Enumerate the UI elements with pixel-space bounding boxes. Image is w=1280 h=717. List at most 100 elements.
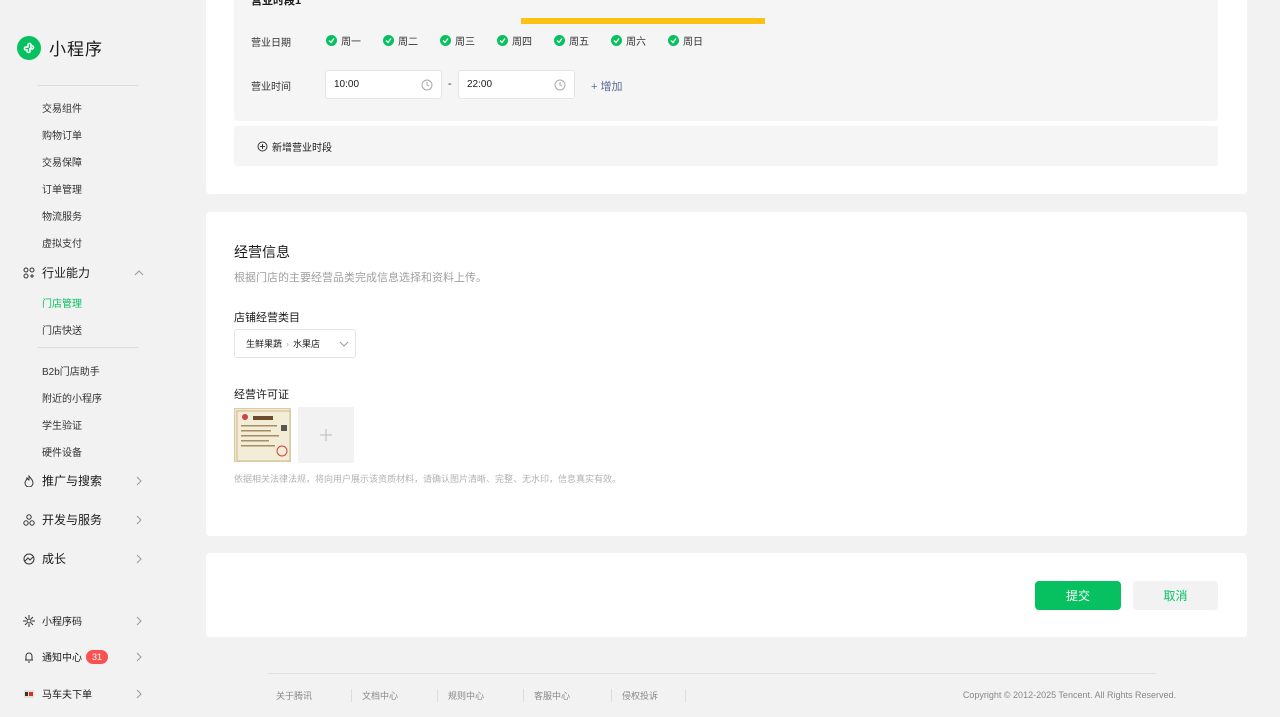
day-label: 周五 xyxy=(569,37,589,48)
day-checkbox-thu[interactable]: 周四 xyxy=(497,33,554,48)
copyright: Copyright © 2012-2025 Tencent. All Right… xyxy=(962,690,1176,700)
add-period-button[interactable]: 新增营业时段 xyxy=(234,126,1218,166)
sidebar-item-b2b-assistant[interactable]: B2b门店助手 xyxy=(42,363,100,378)
sidebar-item-miniprogram-code[interactable]: 小程序码 xyxy=(22,613,144,628)
account-name: 马车夫下单 xyxy=(42,690,92,701)
chevron-right-icon xyxy=(134,652,144,662)
sidebar-divider xyxy=(38,347,138,348)
footer-link-rules[interactable]: 规则中心 xyxy=(438,689,524,702)
add-period-label: 新增营业时段 xyxy=(272,143,332,154)
chevron-right-icon: › xyxy=(286,338,290,349)
day-label: 周二 xyxy=(398,37,418,48)
sidebar-divider xyxy=(38,85,138,86)
section-description: 根据门店的主要经营品类完成信息选择和资料上传。 xyxy=(234,272,487,284)
check-circle-icon xyxy=(668,35,679,46)
check-circle-icon xyxy=(497,35,508,46)
check-circle-icon xyxy=(326,35,337,46)
footer-links: 关于腾讯 文档中心 规则中心 客服中心 侵权投诉 xyxy=(266,689,686,702)
sidebar-item-student-verify[interactable]: 学生验证 xyxy=(42,417,82,432)
day-checkbox-fri[interactable]: 周五 xyxy=(554,33,611,48)
action-card: 提交 取消 xyxy=(206,553,1247,637)
license-note: 依据相关法律法规，将向用户展示该资质材料，请确认图片清晰、完整、无水印，信息真实… xyxy=(234,474,622,484)
cancel-button[interactable]: 取消 xyxy=(1133,581,1218,610)
sidebar-group-promotion[interactable]: 推广与搜索 xyxy=(22,472,144,489)
plus-icon xyxy=(320,429,332,441)
notification-count-badge: 31 xyxy=(86,649,109,664)
growth-icon xyxy=(22,552,36,566)
footer-link-docs[interactable]: 文档中心 xyxy=(352,689,438,702)
sidebar-item-logistics[interactable]: 物流服务 xyxy=(42,208,82,223)
check-circle-icon xyxy=(554,35,565,46)
start-time-value: 10:00 xyxy=(334,79,360,90)
day-label: 周六 xyxy=(626,37,646,48)
footer-link-infringement[interactable]: 侵权投诉 xyxy=(612,689,686,702)
time-range-separator: - xyxy=(448,78,452,90)
sidebar-group-growth[interactable]: 成长 xyxy=(22,550,144,567)
day-label: 周日 xyxy=(683,37,703,48)
flame-icon xyxy=(22,474,36,488)
day-checkbox-tue[interactable]: 周二 xyxy=(383,33,440,48)
add-time-link[interactable]: + 增加 xyxy=(591,78,622,94)
business-info-card: 经营信息 根据门店的主要经营品类完成信息选择和资料上传。 店铺经营类目 生鲜果蔬… xyxy=(206,212,1247,536)
business-days-group: 周一 周二 周三 周四 周五 周六 周日 xyxy=(326,33,725,48)
sidebar-group-label: 开发与服务 xyxy=(42,513,103,527)
start-time-input[interactable]: 10:00 xyxy=(325,70,442,99)
sidebar-group-dev-services[interactable]: 开发与服务 xyxy=(22,511,144,528)
sidebar-group-label: 行业能力 xyxy=(42,266,91,280)
sidebar-item-shopping-orders[interactable]: 购物订单 xyxy=(42,127,82,142)
chevron-right-icon xyxy=(134,554,144,564)
business-time-label: 营业时间 xyxy=(251,82,291,93)
day-checkbox-sat[interactable]: 周六 xyxy=(611,33,668,48)
section-title: 经营信息 xyxy=(234,244,290,260)
sidebar-group-label: 成长 xyxy=(42,552,67,566)
sidebar-item-notifications[interactable]: 通知中心 31 xyxy=(22,649,144,664)
sidebar-account[interactable]: 马车夫下单 xyxy=(22,686,144,701)
day-label: 周三 xyxy=(455,37,475,48)
day-checkbox-sun[interactable]: 周日 xyxy=(668,33,725,48)
avatar-icon xyxy=(22,687,36,701)
hours-period-block: 营业时段1 营业日期 周一 周二 周三 周四 周五 周六 周日 营业时间 10:… xyxy=(234,0,1218,121)
sidebar-item-trade-guarantee[interactable]: 交易保障 xyxy=(42,154,82,169)
app-logo[interactable]: 小程序 xyxy=(17,35,103,60)
day-label: 周四 xyxy=(512,37,532,48)
check-circle-icon xyxy=(383,35,394,46)
end-time-input[interactable]: 22:00 xyxy=(458,70,575,99)
business-days-label: 营业日期 xyxy=(251,38,291,49)
sidebar-item-store-delivery[interactable]: 门店快送 xyxy=(42,322,82,337)
sidebar-item-trade-component[interactable]: 交易组件 xyxy=(42,100,82,115)
industry-icon xyxy=(22,266,36,280)
sidebar: 小程序 交易组件 购物订单 交易保障 订单管理 物流服务 虚拟支付 行业能力 门… xyxy=(0,0,160,717)
sidebar-group-industry[interactable]: 行业能力 xyxy=(22,264,144,281)
sidebar-item-virtual-payment[interactable]: 虚拟支付 xyxy=(42,235,82,250)
app-title: 小程序 xyxy=(49,40,103,59)
submit-button[interactable]: 提交 xyxy=(1035,581,1121,610)
check-circle-icon xyxy=(611,35,622,46)
chevron-right-icon xyxy=(134,689,144,699)
bell-icon xyxy=(22,650,36,664)
services-icon xyxy=(22,513,36,527)
chevron-up-icon xyxy=(134,268,144,278)
category-sub: 水果店 xyxy=(293,339,321,349)
license-thumbnail[interactable] xyxy=(234,408,291,462)
sidebar-group-label: 推广与搜索 xyxy=(42,474,103,488)
footer-link-support[interactable]: 客服中心 xyxy=(524,689,612,702)
license-label: 经营许可证 xyxy=(234,389,289,401)
chevron-right-icon xyxy=(134,616,144,626)
sidebar-item-order-management[interactable]: 订单管理 xyxy=(42,181,82,196)
qrcode-icon xyxy=(22,614,36,628)
chevron-down-icon xyxy=(339,341,349,347)
day-checkbox-mon[interactable]: 周一 xyxy=(326,33,383,48)
hours-period-title: 营业时段1 xyxy=(251,0,302,7)
sidebar-item-hardware[interactable]: 硬件设备 xyxy=(42,444,82,459)
plus-circle-icon xyxy=(257,141,268,152)
category-select[interactable]: 生鲜果蔬 › 水果店 xyxy=(234,329,356,358)
sidebar-item-store-management[interactable]: 门店管理 xyxy=(42,295,82,310)
upload-image-button[interactable] xyxy=(298,407,354,463)
chevron-right-icon xyxy=(134,515,144,525)
day-checkbox-wed[interactable]: 周三 xyxy=(440,33,497,48)
sidebar-item-nearby-miniprogram[interactable]: 附近的小程序 xyxy=(42,390,102,405)
footer-link-about[interactable]: 关于腾讯 xyxy=(266,689,352,702)
highlight-bar xyxy=(521,18,765,24)
miniprogram-logo-icon xyxy=(17,35,41,60)
end-time-value: 22:00 xyxy=(467,79,493,90)
